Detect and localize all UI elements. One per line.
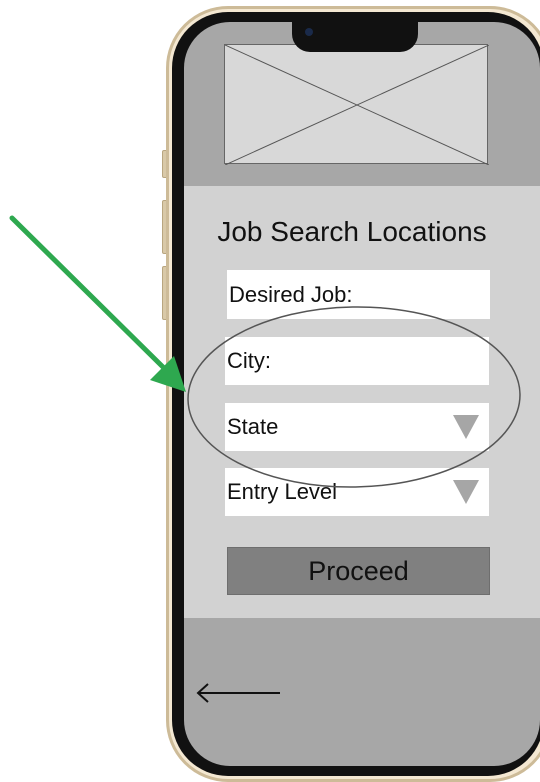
dropdown-triangle-icon <box>453 480 479 504</box>
desired-job-field[interactable]: Desired Job: <box>227 270 490 319</box>
level-dropdown[interactable]: Entry Level <box>225 468 489 516</box>
desired-job-label: Desired Job: <box>229 281 353 307</box>
proceed-button[interactable]: Proceed <box>227 547 490 595</box>
state-label: State <box>227 414 279 439</box>
state-dropdown[interactable]: State <box>225 403 489 451</box>
dropdown-triangle-icon <box>453 415 479 439</box>
level-label: Entry Level <box>227 479 338 504</box>
back-arrow-icon[interactable] <box>196 680 286 706</box>
page-title: Job Search Locations <box>217 216 487 247</box>
city-label: City: <box>227 348 271 373</box>
camera-icon <box>305 28 313 36</box>
image-placeholder <box>224 44 489 165</box>
city-field[interactable]: City: <box>225 337 489 385</box>
placeholder-cross-icon <box>225 45 489 165</box>
annotation-arrow-shaft <box>9 215 169 373</box>
